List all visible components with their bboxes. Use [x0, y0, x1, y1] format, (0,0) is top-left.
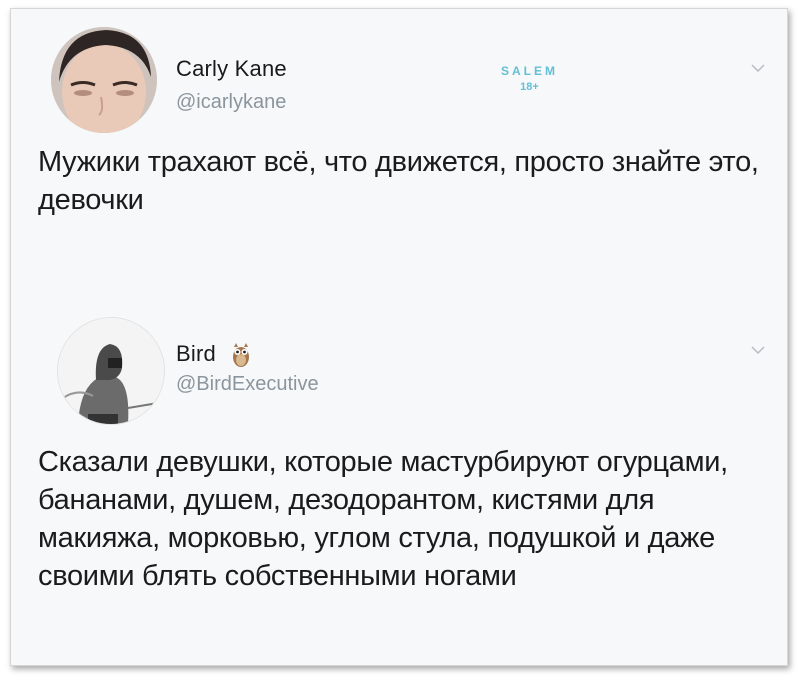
- avatar[interactable]: [57, 317, 165, 425]
- tweet-text: Сказали девушки, которые мастурбируют ог…: [38, 446, 728, 592]
- display-name[interactable]: Carly Kane: [176, 56, 287, 82]
- tweet-bird: Bird @BirdExecutive Сказали девушки, кот…: [11, 299, 787, 665]
- watermark-age: 18+: [520, 81, 539, 93]
- avatar-image: [58, 318, 164, 424]
- display-name-text: Bird: [176, 341, 216, 366]
- watermark-title: SALEM: [501, 64, 558, 78]
- watermark: SALEM 18+: [501, 64, 558, 93]
- display-name[interactable]: Bird: [176, 341, 250, 368]
- chevron-down-icon[interactable]: [751, 61, 765, 75]
- tweet-carly: Carly Kane @icarlykane SALEM 18+ Мужики …: [11, 9, 787, 259]
- owl-icon: [233, 343, 250, 368]
- chevron-down-icon[interactable]: [751, 343, 765, 357]
- avatar-image: [51, 27, 157, 133]
- avatar[interactable]: [51, 27, 157, 133]
- user-handle[interactable]: @icarlykane: [176, 91, 286, 114]
- user-handle[interactable]: @BirdExecutive: [176, 373, 319, 396]
- tweet-text: Мужики трахают всё, что движется, просто…: [38, 146, 759, 216]
- screenshot-frame: Carly Kane @icarlykane SALEM 18+ Мужики …: [10, 8, 788, 666]
